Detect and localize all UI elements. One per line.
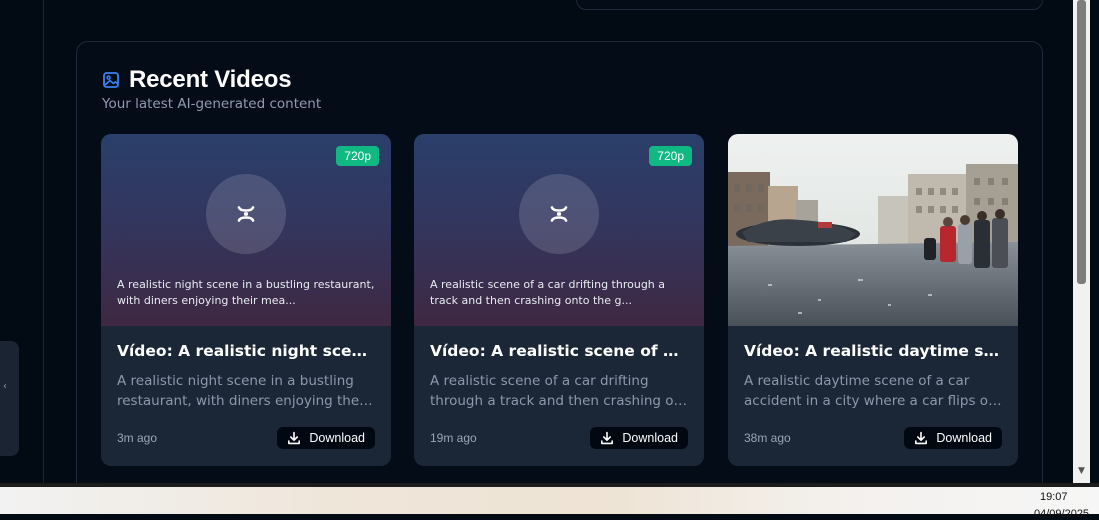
sidebar-collapse-tab[interactable]: ‹ [0,341,19,456]
video-title: Vídeo: A realistic daytime scene... [744,342,1002,360]
download-label: Download [309,431,365,445]
resolution-badge: 720p [336,146,379,166]
section-header: Recent Videos Your latest AI-generated c… [102,66,321,112]
download-icon [288,431,301,445]
previous-panel-edge [576,0,1043,10]
video-title: Vídeo: A realistic scene of a car... [430,342,688,360]
video-description-line: A realistic daytime scene of a car [744,373,970,389]
download-button[interactable]: Download [590,427,688,449]
download-icon [601,431,614,445]
video-description-line: through a track and then crashing on... [430,393,688,409]
scroll-down-arrow-icon[interactable]: ▼ [1074,464,1089,478]
download-button[interactable]: Download [904,427,1002,449]
video-thumbnail[interactable]: 720p A realistic scene of a car drifting… [414,134,704,326]
video-description-line: accident in a city where a car flips ove… [744,393,1002,409]
chevron-icon: ‹ [3,381,7,392]
resolution-badge: 720p [649,146,692,166]
video-card[interactable]: Vídeo: A realistic daytime scene... A re… [728,134,1018,466]
recent-videos-panel: Recent Videos Your latest AI-generated c… [76,41,1043,503]
download-label: Download [622,431,678,445]
video-thumbnail[interactable]: 720p A realistic night scene in a bustli… [101,134,391,326]
video-placeholder-icon[interactable] [519,174,599,254]
download-label: Download [936,431,992,445]
taskbar-date[interactable]: 04/09/2025 [1034,508,1089,520]
video-timestamp: 19m ago [430,431,477,445]
video-placeholder-icon[interactable] [206,174,286,254]
video-card[interactable]: 720p A realistic scene of a car drifting… [414,134,704,466]
thumbnail-caption: A realistic night scene in a bustling re… [117,278,375,307]
image-icon [102,71,120,89]
video-description: A realistic night scene in a bustling re… [117,371,375,411]
video-description-line: A realistic scene of a car drifting [430,373,649,389]
video-card[interactable]: 720p A realistic night scene in a bustli… [101,134,391,466]
scrollbar-thumb[interactable] [1077,0,1086,284]
video-thumbnail-photo[interactable] [728,134,1018,326]
left-rail-divider [43,0,44,483]
video-description: A realistic scene of a car drifting thro… [430,371,688,411]
section-subtitle: Your latest AI-generated content [102,96,322,112]
section-title: Recent Videos [129,66,292,93]
download-button[interactable]: Download [277,427,375,449]
video-timestamp: 3m ago [117,431,158,445]
taskbar-clock[interactable]: 19:07 [1040,491,1068,503]
video-description-line: restaurant, with diners enjoying their..… [117,393,375,409]
video-description-line: A realistic night scene in a bustling [117,373,354,389]
video-timestamp: 38m ago [744,431,791,445]
thumbnail-caption: A realistic scene of a car drifting thro… [430,278,666,307]
os-taskbar [0,487,1099,514]
download-icon [915,431,928,445]
video-title: Vídeo: A realistic night scene in ... [117,342,375,360]
video-description: A realistic daytime scene of a car accid… [744,371,1002,411]
